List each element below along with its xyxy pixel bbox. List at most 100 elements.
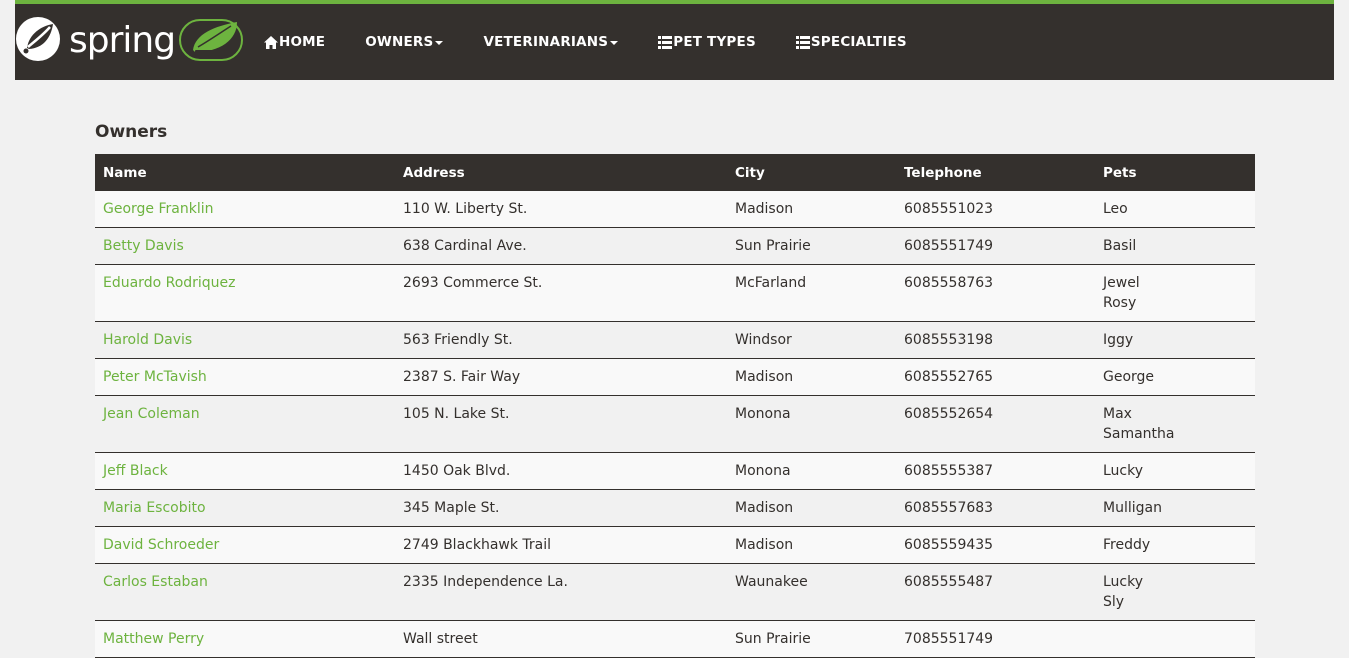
- cell-name: Peter McTavish: [95, 358, 395, 396]
- pet-name: George: [1103, 369, 1155, 385]
- cell-telephone: 6085552654: [896, 395, 1095, 453]
- cell-city: Sun Prairie: [727, 620, 896, 658]
- table-row: Maria Escobito 345 Maple St. Madison 608555…: [95, 489, 1255, 527]
- cell-city: Madison: [727, 526, 896, 564]
- pet-name: Leo: [1103, 201, 1128, 217]
- cell-name: David Schroeder: [95, 526, 395, 564]
- cell-address: 105 N. Lake St.: [395, 395, 727, 453]
- column-header-name: Name: [103, 164, 147, 181]
- owner-name-link[interactable]: Eduardo Rodriquez: [103, 275, 236, 291]
- owners-table-body: George Franklin 110 W. Liberty St. Madison…: [95, 191, 1255, 658]
- owner-name-link[interactable]: Maria Escobito: [103, 500, 206, 516]
- cell-address: 1450 Oak Blvd.: [395, 452, 727, 490]
- owner-name-link[interactable]: Carlos Estaban: [103, 574, 208, 590]
- owner-name-link[interactable]: Betty Davis: [103, 238, 184, 254]
- home-icon: [264, 35, 278, 49]
- cell-pets: Lucky: [1095, 452, 1255, 490]
- pet-name: Basil: [1103, 238, 1137, 254]
- cell-name: Jean Coleman: [95, 395, 395, 453]
- cell-pets: Jewel Rosy: [1095, 264, 1255, 322]
- owner-name-link[interactable]: Jean Coleman: [103, 406, 200, 422]
- table-row: Jeff Black 1450 Oak Blvd. Monona 6085555387…: [95, 452, 1255, 490]
- brand-wordmark: spring: [69, 20, 175, 61]
- cell-telephone: 6085551023: [896, 191, 1095, 228]
- cell-city: Waunakee: [727, 563, 896, 621]
- cell-pets: Mulligan: [1095, 489, 1255, 527]
- nav-pet-types-label: PET TYPES: [673, 34, 756, 50]
- table-row: Carlos Estaban 2335 Independence La. Wauna…: [95, 563, 1255, 621]
- cell-name: Matthew Perry: [95, 620, 395, 658]
- pet-name: Lucky: [1103, 463, 1144, 479]
- cell-address: 345 Maple St.: [395, 489, 727, 527]
- list-icon: [658, 35, 673, 49]
- nav-specialties[interactable]: SPECIALTIES: [795, 4, 927, 80]
- cell-telephone: 7085551749: [896, 620, 1095, 658]
- cell-name: Maria Escobito: [95, 489, 395, 527]
- pet-name: Lucky: [1103, 574, 1144, 590]
- cell-name: Harold Davis: [95, 321, 395, 359]
- navbar: spring HOME OWNERS VETERINARIANS PET TYP…: [15, 0, 1334, 80]
- nav-veterinarians-label: VETERINARIANS: [483, 34, 609, 50]
- nav-pet-types[interactable]: PET TYPES: [658, 4, 776, 80]
- cell-address: 2749 Blackhawk Trail: [395, 526, 727, 564]
- cell-telephone: 6085559435: [896, 526, 1095, 564]
- cell-telephone: 6085552765: [896, 358, 1095, 396]
- cell-name: Eduardo Rodriquez: [95, 264, 395, 322]
- nav-home-label: HOME: [279, 34, 326, 50]
- table-row: Eduardo Rodriquez 2693 Commerce St. McFarl…: [95, 264, 1255, 322]
- owner-name-link[interactable]: George Franklin: [103, 201, 214, 217]
- cell-city: McFarland: [727, 264, 896, 322]
- main-nav: HOME OWNERS VETERINARIANS PET TYPES SPEC: [264, 4, 947, 80]
- owner-name-link[interactable]: Harold Davis: [103, 332, 192, 348]
- cell-telephone: 6085555487: [896, 563, 1095, 621]
- nav-specialties-label: SPECIALTIES: [810, 34, 907, 50]
- cell-address: Wall street: [395, 620, 727, 658]
- table-row: Betty Davis 638 Cardinal Ave. Sun Prairie 6…: [95, 227, 1255, 265]
- pet-name: Jewel: [1103, 275, 1140, 291]
- list-icon: [795, 35, 810, 49]
- cell-address: 2693 Commerce St.: [395, 264, 727, 322]
- owner-name-link[interactable]: Jeff Black: [103, 463, 168, 479]
- cell-address: 638 Cardinal Ave.: [395, 227, 727, 265]
- table-row: Matthew Perry Wall street Sun Prairie 70855…: [95, 620, 1255, 658]
- cell-pets: Max Samantha: [1095, 395, 1255, 453]
- table-header-row: Name Address City Telephone Pets: [95, 154, 1255, 191]
- table-row: Harold Davis 563 Friendly St. Windsor 60855…: [95, 321, 1255, 359]
- cell-city: Madison: [727, 489, 896, 527]
- pet-name: Freddy: [1103, 537, 1151, 553]
- cell-pets: [1095, 620, 1255, 658]
- cell-pets: Iggy: [1095, 321, 1255, 359]
- table-row: George Franklin 110 W. Liberty St. Madison…: [95, 191, 1255, 228]
- cell-name: George Franklin: [95, 191, 395, 228]
- cell-pets: George: [1095, 358, 1255, 396]
- cell-city: Monona: [727, 395, 896, 453]
- cell-telephone: 6085553198: [896, 321, 1095, 359]
- pet-name: Sly: [1103, 594, 1125, 610]
- nav-home[interactable]: HOME: [264, 4, 345, 80]
- owner-name-link[interactable]: David Schroeder: [103, 537, 219, 553]
- caret-down-icon: [435, 41, 444, 45]
- nav-owners[interactable]: OWNERS: [365, 4, 463, 80]
- cell-address: 563 Friendly St.: [395, 321, 727, 359]
- cell-pets: Freddy: [1095, 526, 1255, 564]
- cell-telephone: 6085555387: [896, 452, 1095, 490]
- table-row: Peter McTavish 2387 S. Fair Way Madison 608…: [95, 358, 1255, 396]
- spring-logo[interactable]: spring: [15, 14, 245, 66]
- pet-name: Mulligan: [1103, 500, 1162, 516]
- cell-telephone: 6085558763: [896, 264, 1095, 322]
- column-header-pets: Pets: [1103, 164, 1137, 181]
- cell-name: Betty Davis: [95, 227, 395, 265]
- cell-city: Windsor: [727, 321, 896, 359]
- cell-address: 2387 S. Fair Way: [395, 358, 727, 396]
- cell-telephone: 6085557683: [896, 489, 1095, 527]
- owner-name-link[interactable]: Peter McTavish: [103, 369, 207, 385]
- cell-telephone: 6085551749: [896, 227, 1095, 265]
- owners-table: Name Address City Telephone Pets George …: [95, 154, 1255, 658]
- caret-down-icon: [610, 41, 619, 45]
- cell-city: Madison: [727, 191, 896, 228]
- owner-name-link[interactable]: Matthew Perry: [103, 631, 204, 647]
- nav-veterinarians[interactable]: VETERINARIANS: [483, 4, 638, 80]
- cell-city: Sun Prairie: [727, 227, 896, 265]
- pet-name: Iggy: [1103, 332, 1134, 348]
- cell-pets: Lucky Sly: [1095, 563, 1255, 621]
